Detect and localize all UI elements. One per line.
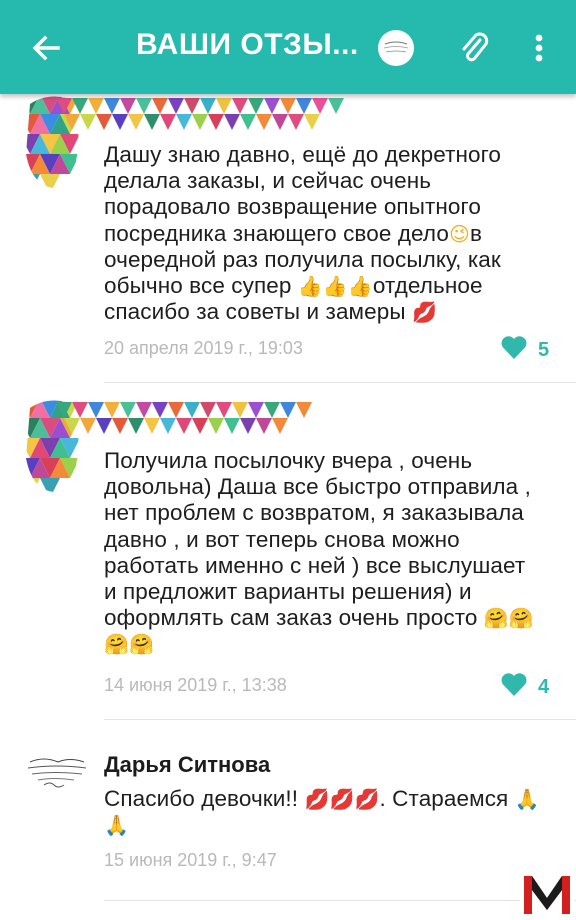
divider [104,382,576,383]
thumbs-up-icon: 👍👍👍 [297,274,373,299]
folded-hands-icon: 🙏 [514,787,540,811]
like-count: 4 [538,676,550,698]
like-count: 5 [538,339,550,361]
hugging-face-icon: 🤗🤗 [483,606,534,631]
winking-face-icon: 😉 [449,221,470,246]
paperclip-icon[interactable] [454,28,494,68]
comment-date: 15 июня 2019 г., 9:47 [104,850,277,870]
divider [104,719,576,720]
comment-item: Получила посылочку вчера , очень довольн… [0,394,576,720]
author-name-redacted [56,402,312,434]
kiss-mark-icon: 💋 [411,300,437,325]
comment-item: Дарья Ситнова Спасибо девочки!! 💋💋💋. Ста… [0,730,576,910]
watermark-logo [520,868,574,918]
author-name[interactable]: Дарья Ситнова [104,752,270,778]
divider [104,900,576,901]
page-title: ВАШИ ОТЗЫ... [136,28,359,61]
heart-icon[interactable] [500,671,528,697]
folded-hands-icon: 🙏 [104,813,130,838]
heart-icon[interactable] [500,334,528,360]
comment-date: 14 июня 2019 г., 13:38 [104,675,287,695]
arrow-left-icon[interactable] [26,28,66,68]
group-avatar[interactable] [378,30,414,66]
kiss-mark-icon: 💋💋💋 [304,787,380,811]
hugging-face-icon: 🤗🤗 [104,632,155,657]
app-bar: ВАШИ ОТЗЫ... [0,0,576,94]
comment-text: Дашу знаю давно, ещё до декретного делал… [104,142,502,325]
comment-text: Получила посылочку вчера , очень довольн… [104,448,534,657]
comment-date: 20 апреля 2019 г., 19:03 [104,338,303,358]
more-vertical-icon[interactable] [524,28,554,68]
comment-text: Спасибо девочки!! 💋💋💋. Стараемся 🙏 🙏 [104,786,540,838]
comments-feed[interactable]: Дашу знаю давно, ещё до декретного делал… [0,94,576,920]
author-name-redacted [56,98,344,130]
author-logo[interactable] [24,754,90,802]
comment-item: Дашу знаю давно, ещё до декретного делал… [0,94,576,384]
